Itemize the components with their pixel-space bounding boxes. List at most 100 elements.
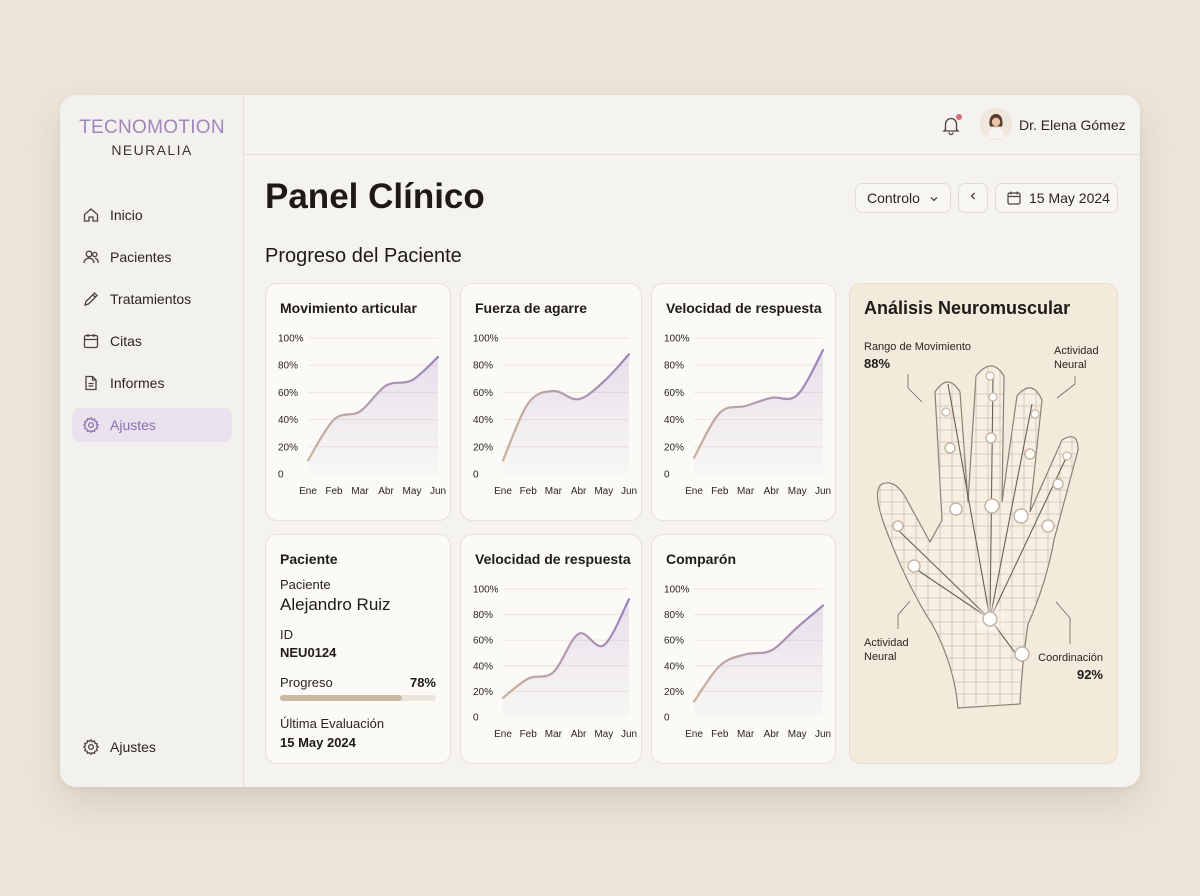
avatar[interactable] bbox=[980, 108, 1012, 140]
sidebar-item-label: Inicio bbox=[110, 207, 143, 223]
app-window: TECNOMOTION NEURALIA Inicio Pacientes Tr… bbox=[60, 95, 1140, 787]
sidebar-item-tratamientos[interactable]: Tratamientos bbox=[72, 282, 232, 316]
patient-name: Alejandro Ruiz bbox=[280, 595, 391, 614]
users-icon bbox=[82, 248, 100, 266]
card-title: Movimiento articular bbox=[280, 300, 417, 316]
y-tick-label: 80% bbox=[473, 610, 493, 621]
patient-id-label: ID bbox=[280, 627, 293, 642]
x-tick-label: May bbox=[788, 486, 807, 497]
x-tick-label: Jun bbox=[430, 486, 446, 497]
sidebar-item-ajustes[interactable]: Ajustes bbox=[72, 408, 232, 442]
y-tick-label: 40% bbox=[664, 415, 684, 426]
y-tick-label: 40% bbox=[473, 661, 493, 672]
sidebar-item-label: Tratamientos bbox=[110, 291, 192, 307]
card-title: Fuerza de agarre bbox=[475, 300, 588, 316]
y-tick-label: 80% bbox=[473, 361, 493, 372]
patient-card: Paciente Paciente Alejandro Ruiz ID NEU0… bbox=[265, 534, 451, 764]
calendar-icon bbox=[1006, 190, 1022, 206]
y-tick-label: 0 bbox=[664, 713, 670, 724]
x-tick-label: Ene bbox=[494, 486, 512, 497]
hand-wireframe-illustration bbox=[876, 365, 1079, 709]
sidebar-item-informes[interactable]: Informes bbox=[72, 366, 232, 400]
x-tick-label: Abr bbox=[378, 486, 394, 497]
y-tick-label: 60% bbox=[473, 636, 493, 647]
sidebar-item-label: Ajustes bbox=[110, 739, 156, 755]
chart-card-fuerza-de-agarre: Fuerza de agarre 0 20% 40% 60% 80% 100% Ene Feb… bbox=[460, 283, 642, 521]
x-tick-label: Jun bbox=[621, 486, 637, 497]
x-tick-label: Abr bbox=[764, 729, 780, 740]
sidebar-footer-settings[interactable]: Ajustes bbox=[72, 730, 232, 764]
x-tick-label: May bbox=[788, 729, 807, 740]
patient-name-label: Paciente bbox=[280, 577, 331, 592]
y-tick-label: 20% bbox=[278, 442, 298, 453]
chevron-left-icon bbox=[967, 189, 979, 207]
chart-comparon: 0 20% 40% 60% 80% 100% Ene Feb Mar Abr May Jun bbox=[664, 585, 831, 741]
chart-velocidad-de-respuesta: 0 20% 40% 60% 80% 100% Ene Feb Mar Abr May Jun bbox=[664, 334, 831, 498]
chart-velocidad-de-respuesta-2: 0 20% 40% 60% 80% 100% Ene Feb Mar Abr May Jun bbox=[473, 585, 637, 741]
progress-value: 78% bbox=[409, 675, 436, 690]
neuromuscular-analysis-card: Análisis Neuromuscular Rango de Movimien… bbox=[849, 283, 1118, 764]
y-tick-label: 100% bbox=[473, 334, 499, 345]
chart-fuerza-de-agarre: 0 20% 40% 60% 80% 100% Ene Feb Mar Abr May Jun bbox=[473, 334, 637, 498]
x-tick-label: Mar bbox=[737, 729, 755, 740]
brand-subtitle: NEURALIA bbox=[111, 142, 193, 158]
top-bar: Dr. Elena Gómez bbox=[244, 95, 1140, 155]
series-area bbox=[694, 350, 823, 474]
x-tick-label: Feb bbox=[520, 729, 538, 740]
sidebar-item-label: Ajustes bbox=[110, 417, 156, 433]
sidebar-item-label: Informes bbox=[110, 375, 165, 391]
leader-line bbox=[1055, 601, 1071, 644]
patient-id: NEU0124 bbox=[280, 645, 337, 660]
sidebar: TECNOMOTION NEURALIA Inicio Pacientes Tr… bbox=[60, 95, 244, 787]
last-evaluation-label: Última Evaluación bbox=[280, 716, 385, 731]
sidebar-item-label: Pacientes bbox=[110, 249, 172, 265]
chart-card-movimiento-articular: Movimiento articular 0 20% 40% 60% 80% 100% En… bbox=[265, 283, 451, 521]
leader-line bbox=[897, 600, 911, 629]
x-tick-label: Jun bbox=[815, 729, 831, 740]
y-tick-label: 80% bbox=[664, 610, 684, 621]
y-tick-label: 0 bbox=[664, 470, 670, 481]
y-tick-label: 20% bbox=[664, 687, 684, 698]
notification-dot bbox=[956, 114, 962, 120]
y-tick-label: 80% bbox=[278, 361, 298, 372]
chevron-down-icon bbox=[928, 192, 940, 204]
x-tick-label: Mar bbox=[545, 729, 563, 740]
x-tick-label: May bbox=[594, 486, 613, 497]
card-title: Paciente bbox=[280, 551, 338, 567]
y-tick-label: 0 bbox=[278, 470, 284, 481]
x-tick-label: Ene bbox=[494, 729, 512, 740]
x-tick-label: Ene bbox=[299, 486, 317, 497]
y-tick-label: 0 bbox=[473, 713, 479, 724]
x-tick-label: Feb bbox=[711, 486, 729, 497]
notification-bell-icon[interactable] bbox=[940, 114, 962, 136]
series-area bbox=[503, 599, 629, 717]
date-value: 15 May 2024 bbox=[1029, 190, 1110, 206]
view-select[interactable]: Controlo bbox=[855, 183, 951, 213]
y-tick-label: 60% bbox=[278, 388, 298, 399]
x-tick-label: Feb bbox=[520, 486, 538, 497]
x-tick-label: Mar bbox=[351, 486, 369, 497]
calendar-icon bbox=[82, 332, 100, 350]
brand-name: TECNOMOTION bbox=[79, 117, 225, 138]
card-title: Velocidad de respuesta bbox=[475, 551, 631, 567]
gear-icon bbox=[82, 416, 100, 434]
y-tick-label: 60% bbox=[664, 636, 684, 647]
y-tick-label: 100% bbox=[473, 585, 499, 596]
chart-card-velocidad-de-respuesta: Velocidad de respuesta 0 20% 40% 60% 80% 100%… bbox=[651, 283, 836, 521]
chart-card-velocidad-de-respuesta-2: Velocidad de respuesta 0 20% 40% 60% 80% 100%… bbox=[460, 534, 642, 764]
y-tick-label: 100% bbox=[664, 334, 690, 345]
y-tick-label: 40% bbox=[278, 415, 298, 426]
sidebar-item-citas[interactable]: Citas bbox=[72, 324, 232, 358]
y-tick-label: 60% bbox=[473, 388, 493, 399]
y-tick-label: 40% bbox=[473, 415, 493, 426]
previous-date-button[interactable] bbox=[958, 183, 988, 213]
y-tick-label: 40% bbox=[664, 661, 684, 672]
date-picker-button[interactable]: 15 May 2024 bbox=[995, 183, 1118, 213]
sidebar-item-pacientes[interactable]: Pacientes bbox=[72, 240, 232, 274]
sidebar-item-inicio[interactable]: Inicio bbox=[72, 198, 232, 232]
x-tick-label: Feb bbox=[711, 729, 729, 740]
user-name[interactable]: Dr. Elena Gómez bbox=[1019, 117, 1126, 133]
card-title: Comparón bbox=[666, 551, 736, 567]
x-tick-label: May bbox=[594, 729, 613, 740]
leader-line bbox=[907, 374, 923, 403]
